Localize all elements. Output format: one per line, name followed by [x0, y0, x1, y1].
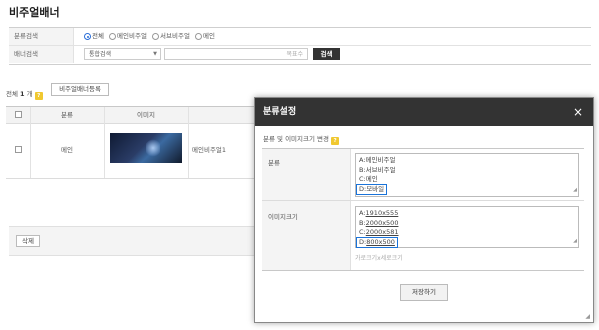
banner-thumbnail[interactable] [110, 133, 182, 163]
category-line: A:메인비주얼 [359, 156, 396, 164]
radio-checked-icon[interactable] [84, 33, 91, 40]
category-search-label: 분류검색 [9, 28, 74, 45]
help-icon[interactable]: ? [331, 137, 340, 145]
category-settings-modal: 분류설정 × 분류 및 이미지크기 변경 ? 분류 A:메인비주얼 B:서브비주… [254, 97, 594, 323]
modal-header: 분류설정 × [255, 98, 593, 126]
select-all-checkbox[interactable] [14, 111, 22, 118]
modal-resize-icon[interactable]: ◢ [585, 313, 590, 320]
save-button[interactable]: 저장하기 [400, 284, 448, 301]
size-hint: 가로크기x세로크기 [355, 255, 403, 262]
header-checkbox-cell [6, 107, 30, 124]
close-icon[interactable]: × [573, 98, 583, 126]
size-line: A:1910x555 [359, 209, 399, 217]
image-size-textarea[interactable]: A:1910x555 B:2000x500 C:2000x581 D:800x5… [355, 206, 579, 248]
radio-sub-visual[interactable]: 서브비주얼 [152, 28, 190, 45]
page-title: 비주얼배너 [9, 6, 60, 19]
category-textarea[interactable]: A:메인비주얼 B:서브비주얼 C:메인 D:모바일 ◢ [355, 153, 579, 197]
category-line: C:메인 [359, 175, 378, 183]
chevron-down-icon: ▼ [153, 51, 157, 57]
search-input[interactable]: 목표수 [164, 48, 308, 60]
category-line-highlighted: D:모바일 [355, 183, 575, 195]
label-column [262, 149, 351, 270]
size-line: C:2000x581 [359, 228, 399, 236]
category-line: B:서브비주얼 [359, 165, 396, 174]
search-form: 분류검색 전체 메인비주얼 서브비주얼 메인 배너검색 통합검색 ▼ 목표수 검색 [9, 27, 591, 65]
highlight-box: D:800x500 [356, 236, 398, 248]
radio-unchecked-icon[interactable] [152, 33, 160, 40]
row-category: 메인 [61, 146, 73, 154]
column-divider [188, 107, 189, 123]
register-banner-button[interactable]: 비주얼배너등록 [51, 83, 109, 96]
row-checkbox[interactable] [14, 146, 22, 153]
column-divider [188, 123, 189, 178]
radio-main-visual[interactable]: 메인비주얼 [109, 28, 147, 45]
banner-search-label: 배너검색 [9, 46, 74, 63]
total-count: 전체 1 개 ? [6, 88, 43, 100]
category-label: 분류 [268, 159, 280, 167]
settings-panel: 분류 A:메인비주얼 B:서브비주얼 C:메인 D:모바일 ◢ 이미지크기 A:… [262, 148, 584, 271]
radio-main[interactable]: 메인 [195, 28, 215, 45]
resize-handle-icon[interactable]: ◢ [573, 186, 577, 196]
modal-title: 분류설정 [263, 107, 297, 117]
category-radio-group: 전체 메인비주얼 서브비주얼 메인 [84, 28, 218, 45]
size-line-highlighted: D:800x500 [356, 236, 575, 248]
search-type-select[interactable]: 통합검색 ▼ [84, 48, 161, 60]
modal-subtitle: 분류 및 이미지크기 변경 ? [263, 133, 340, 145]
radio-unchecked-icon[interactable] [195, 33, 203, 40]
banner-table: 분류 이미지 메인 메인비주얼1 [6, 106, 256, 179]
banner-search-row: 배너검색 통합검색 ▼ 목표수 검색 [9, 46, 591, 63]
category-search-row: 분류검색 전체 메인비주얼 서브비주얼 메인 [9, 28, 591, 46]
table-row: 메인 메인비주얼1 [6, 123, 256, 179]
radio-all[interactable]: 전체 [84, 28, 104, 45]
table-action-bar: 삭제 [9, 226, 259, 256]
column-header-category: 분류 [61, 111, 73, 119]
image-size-label: 이미지크기 [268, 213, 298, 221]
help-icon[interactable]: ? [34, 92, 43, 100]
row-banner-name[interactable]: 메인비주얼1 [192, 142, 252, 158]
table-header: 분류 이미지 [6, 106, 256, 124]
radio-unchecked-icon[interactable] [109, 33, 117, 40]
row-divider [262, 200, 584, 201]
row-checkbox-cell [6, 143, 30, 159]
highlight-box: D:모바일 [355, 183, 388, 195]
resize-handle-icon[interactable]: ◢ [573, 237, 577, 247]
size-line: B:2000x500 [359, 218, 399, 227]
delete-button[interactable]: 삭제 [16, 235, 40, 247]
search-button[interactable]: 검색 [313, 48, 340, 60]
column-divider [104, 123, 105, 178]
column-header-image: 이미지 [137, 111, 155, 119]
